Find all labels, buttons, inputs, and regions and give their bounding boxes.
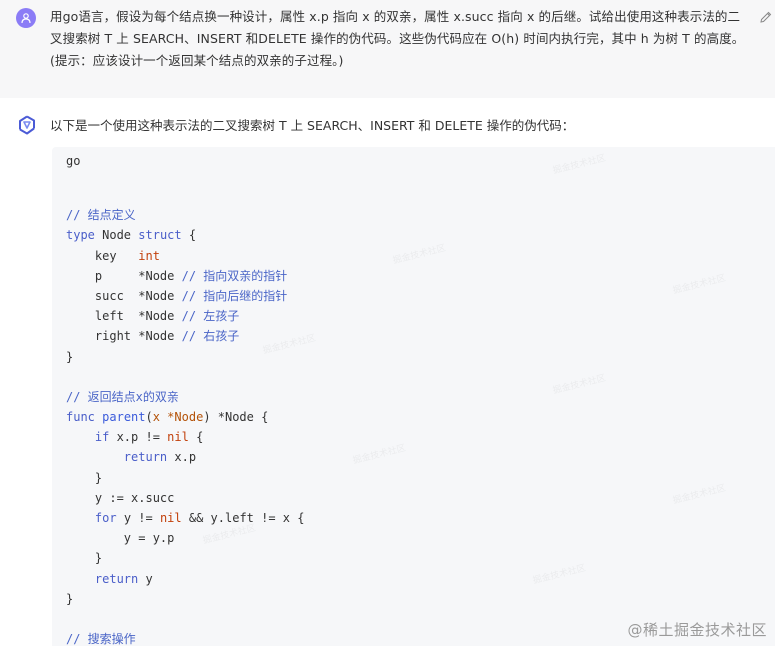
code-token-plain: key (66, 248, 139, 263)
user-message-text: 用go语言，假设为每个结点换一种设计，属性 x.p 指向 x 的双亲，属性 x.… (50, 9, 745, 68)
code-token-plain: y := x.succ (66, 490, 175, 505)
code-token-type: nil (167, 430, 189, 445)
assistant-logo-icon (19, 115, 35, 135)
code-block: go // 结点定义 type Node struct { key int p *… (52, 147, 775, 646)
code-token-plain: x.p (167, 450, 197, 465)
code-line: } (66, 468, 319, 488)
code-content[interactable]: // 结点定义 type Node struct { key int p *Nod… (66, 185, 319, 646)
code-token-comment: // 左孩子 (181, 309, 240, 324)
code-token-plain: } (66, 470, 103, 485)
code-token-plain: y (138, 571, 153, 586)
code-line: y = y.p (66, 528, 319, 548)
code-token-comment: // 指向后继的指针 (181, 288, 288, 303)
code-line: // 搜索操作 (66, 629, 319, 646)
code-line: left *Node // 左孩子 (66, 306, 319, 326)
faint-watermark: 掘金技术社区 (551, 153, 607, 177)
code-token-comment: // 右孩子 (181, 329, 240, 344)
code-token-keyword: type (66, 228, 95, 243)
code-line: succ *Node // 指向后继的指针 (66, 286, 319, 306)
code-token-param: x *Node (152, 410, 204, 425)
code-line: if x.p != nil { (66, 427, 319, 447)
faint-watermark: 掘金技术社区 (551, 373, 607, 397)
code-token-plain: } (66, 591, 74, 606)
code-line: } (66, 589, 319, 609)
code-token-plain: p *Node (66, 268, 182, 283)
code-token-plain: { (181, 228, 197, 243)
code-token-keyword: return (123, 450, 168, 465)
user-message: 用go语言，假设为每个结点换一种设计，属性 x.p 指向 x 的双亲，属性 x.… (0, 0, 775, 98)
code-token-plain: succ *Node (66, 288, 182, 303)
code-line: func parent(x *Node) *Node { (66, 407, 319, 427)
code-line: return y (66, 569, 319, 589)
code-token-plain: } (66, 349, 74, 364)
code-line: key int (66, 246, 319, 266)
faint-watermark: 掘金技术社区 (671, 483, 727, 507)
code-token-plain: left *Node (66, 309, 182, 324)
faint-watermark: 掘金技术社区 (531, 563, 587, 587)
code-token-comment: // 返回结点x的双亲 (66, 389, 179, 404)
code-token-plain: right *Node (66, 329, 182, 344)
code-token-plain: Node (94, 228, 139, 243)
code-token-keyword: return (94, 571, 139, 586)
watermark: @稀土掘金技术社区 (627, 621, 767, 639)
code-token-keyword: if (94, 430, 110, 445)
edit-icon[interactable] (759, 10, 773, 24)
code-token-plain: ( (145, 410, 153, 425)
assistant-intro-text: 以下是一个使用这种表示法的二叉搜索树 T 上 SEARCH、INSERT 和 D… (50, 118, 575, 133)
faint-watermark: 掘金技术社区 (391, 243, 447, 267)
code-token-keyword: func (66, 410, 95, 425)
code-token-plain: { (188, 430, 204, 445)
code-line: } (66, 548, 319, 568)
code-token-type: int (138, 248, 160, 263)
code-token-keyword: for (94, 511, 117, 525)
code-token-func: parent (102, 410, 146, 425)
code-line: // 结点定义 (66, 205, 319, 225)
code-token-plain: ) *Node { (203, 410, 269, 425)
code-token-comment: // 搜索操作 (66, 632, 136, 646)
code-line: p *Node // 指向双亲的指针 (66, 266, 319, 286)
code-line: y := x.succ (66, 488, 319, 508)
faint-watermark: 掘金技术社区 (671, 273, 727, 297)
code-token-comment: // 指向双亲的指针 (181, 268, 288, 283)
code-token-plain: y = y.p (66, 531, 175, 546)
code-token-keyword: struct (138, 228, 182, 243)
code-line: type Node struct { (66, 225, 319, 245)
chat-page: 用go语言，假设为每个结点换一种设计，属性 x.p 指向 x 的双亲，属性 x.… (0, 0, 775, 646)
code-language-label: go (66, 154, 81, 168)
code-token-plain: y != (116, 511, 160, 525)
code-token-plain: x.p != (109, 430, 168, 445)
code-token-type: nil (159, 511, 182, 525)
code-line: return x.p (66, 447, 319, 467)
code-token-plain: } (66, 551, 103, 566)
user-avatar (16, 8, 36, 28)
code-line: // 返回结点x的双亲 (66, 387, 319, 407)
code-token-comment: // 结点定义 (66, 208, 136, 223)
faint-watermark: 掘金技术社区 (351, 443, 407, 467)
user-icon (21, 13, 31, 24)
code-line: for y != nil && y.left != x { (66, 508, 319, 528)
